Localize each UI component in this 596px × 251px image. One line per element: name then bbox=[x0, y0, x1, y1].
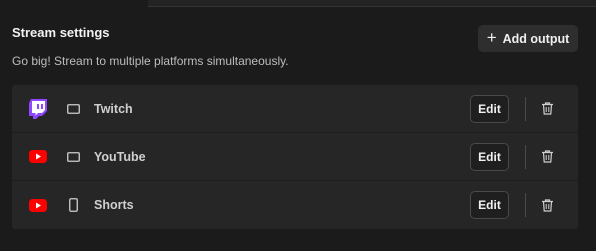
youtube-icon bbox=[28, 195, 48, 215]
output-name: Twitch bbox=[94, 101, 133, 116]
landscape-screen-icon bbox=[66, 102, 80, 116]
edit-button[interactable]: Edit bbox=[470, 191, 509, 219]
divider bbox=[525, 145, 526, 169]
section-subtitle: Go big! Stream to multiple platforms sim… bbox=[12, 54, 289, 68]
output-row-shorts: Shorts Edit bbox=[12, 181, 578, 229]
landscape-screen-icon bbox=[66, 150, 80, 164]
trash-icon[interactable] bbox=[540, 198, 554, 212]
stream-settings-panel: Stream settings Go big! Stream to multip… bbox=[0, 0, 596, 251]
twitch-icon bbox=[28, 98, 48, 119]
edit-button[interactable]: Edit bbox=[470, 94, 509, 123]
output-row-youtube: YouTube Edit bbox=[12, 133, 578, 181]
youtube-icon bbox=[28, 147, 48, 167]
trash-icon[interactable] bbox=[540, 150, 554, 164]
outputs-list: Twitch Edit YouTube Edit Shorts Edit bbox=[12, 85, 578, 229]
edit-button[interactable]: Edit bbox=[470, 142, 509, 171]
trash-icon[interactable] bbox=[540, 102, 554, 116]
output-name: YouTube bbox=[94, 149, 146, 164]
portrait-phone-icon bbox=[66, 198, 80, 212]
add-output-button[interactable]: + Add output bbox=[478, 25, 578, 52]
output-name: Shorts bbox=[94, 198, 134, 212]
plus-icon: + bbox=[486, 28, 497, 47]
divider bbox=[525, 97, 526, 121]
add-output-label: Add output bbox=[502, 31, 570, 46]
output-row-twitch: Twitch Edit bbox=[12, 85, 578, 133]
divider bbox=[525, 193, 526, 217]
section-title: Stream settings bbox=[12, 25, 110, 40]
